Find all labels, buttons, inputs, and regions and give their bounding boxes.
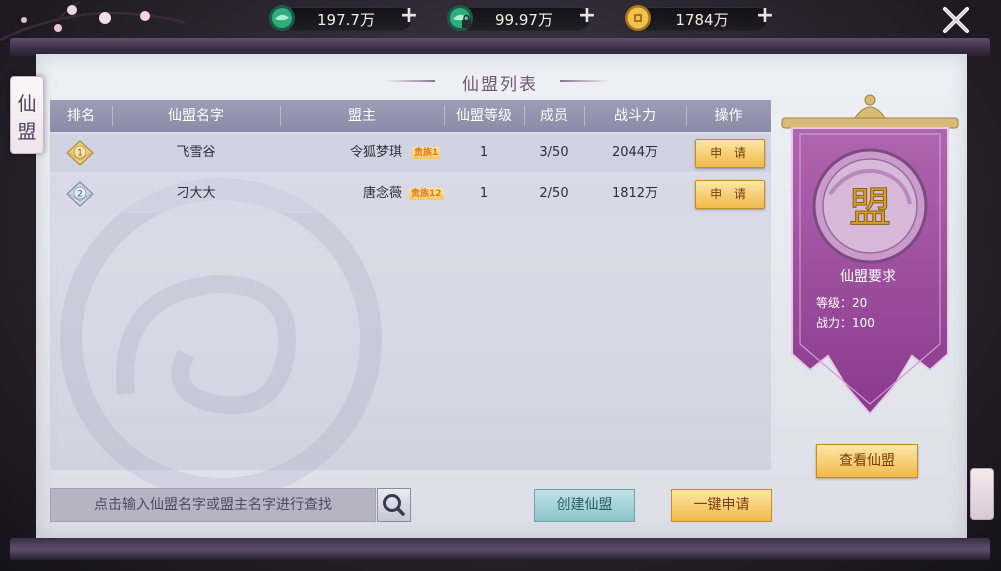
tab-guild-label-2: 盟 xyxy=(17,121,37,143)
svg-text:2: 2 xyxy=(77,190,83,200)
title-ornament-right xyxy=(560,80,610,82)
level-requirement: 等级：20 xyxy=(816,296,868,310)
one-click-apply-button[interactable]: 一键申请 xyxy=(671,489,772,522)
resource-bar: 197.7万 + 99.97万 + 1784万 + xyxy=(0,0,1001,36)
header-rank: 排名 xyxy=(67,108,95,124)
jade-icon xyxy=(269,5,295,31)
guild-power: 2044万 xyxy=(611,145,659,160)
rank-gold-badge-icon: 1 xyxy=(66,140,94,166)
apply-button[interactable]: 申 请 xyxy=(695,180,765,209)
view-guild-button[interactable]: 查看仙盟 xyxy=(816,444,918,478)
header-guild-name: 仙盟名字 xyxy=(168,108,224,124)
add-coin-button[interactable]: + xyxy=(754,5,776,28)
close-icon[interactable] xyxy=(940,4,972,36)
header-power: 战斗力 xyxy=(614,108,656,124)
rank-silver-badge-icon: 2 xyxy=(66,181,94,207)
member-count: 3/50 xyxy=(539,145,569,160)
header-action: 操作 xyxy=(714,108,743,124)
power-requirement: 战力：100 xyxy=(816,316,875,330)
header-members: 成员 xyxy=(540,108,568,124)
bound-jade-amount: 99.97万 xyxy=(495,11,553,29)
table-row[interactable]: 1 飞雪谷 令狐梦琪 贵族1 1 3/50 2044万 申 请 xyxy=(50,134,771,172)
jade-amount: 197.7万 xyxy=(317,11,375,29)
leader-name: 令狐梦琪 xyxy=(349,145,402,160)
header-guild-level: 仙盟等级 xyxy=(456,108,512,124)
search-input[interactable] xyxy=(51,489,375,521)
table-row[interactable]: 2 刁大大 唐念薇 贵族12 1 2/50 1812万 申 请 xyxy=(50,175,771,213)
vip-badge: 贵族12 xyxy=(409,188,444,200)
guild-name: 飞雪谷 xyxy=(176,145,216,160)
resource-jade: 197.7万 + xyxy=(268,4,426,31)
member-count: 2/50 xyxy=(539,186,569,201)
guild-requirement-banner: 盟 xyxy=(781,94,959,416)
guild-name: 刁大大 xyxy=(176,186,216,201)
resource-coin: 1784万 + xyxy=(624,4,782,31)
tab-guild[interactable]: 仙 盟 xyxy=(10,76,44,154)
add-jade-button[interactable]: + xyxy=(398,5,420,28)
tab-guild-label-1: 仙 xyxy=(17,93,37,115)
requirement-title: 仙盟要求 xyxy=(840,269,896,285)
guild-power: 1812万 xyxy=(611,186,659,201)
guild-emblem-char: 盟 xyxy=(849,183,891,232)
apply-button[interactable]: 申 请 xyxy=(695,139,765,168)
create-guild-button[interactable]: 创建仙盟 xyxy=(534,489,635,522)
bound-jade-icon xyxy=(447,5,473,31)
copper-coin-icon xyxy=(625,5,651,31)
search-icon xyxy=(383,494,405,516)
vip-badge: 贵族1 xyxy=(412,147,441,159)
guild-level: 1 xyxy=(479,186,489,201)
guild-level: 1 xyxy=(479,145,489,160)
table-header: 排名 仙盟名字 盟主 仙盟等级 成员 战斗力 操作 xyxy=(50,100,771,132)
add-bound-jade-button[interactable]: + xyxy=(576,5,598,28)
scroll-rod-bottom xyxy=(10,538,990,560)
leader-name: 唐念薇 xyxy=(362,186,402,201)
svg-text:1: 1 xyxy=(77,149,83,159)
header-leader: 盟主 xyxy=(348,108,376,124)
panel-title: 仙盟列表 xyxy=(462,75,538,95)
scroll-handle xyxy=(970,468,994,520)
search-button[interactable] xyxy=(377,488,411,522)
coin-amount: 1784万 xyxy=(675,11,729,29)
search-field[interactable] xyxy=(50,488,376,522)
resource-bound-jade: 99.97万 + xyxy=(446,4,604,31)
